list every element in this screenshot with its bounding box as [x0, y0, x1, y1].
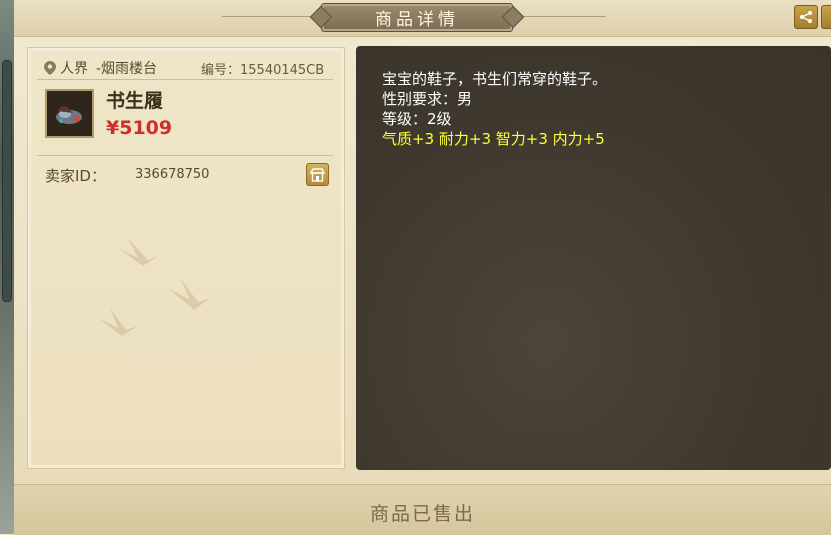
sold-status-text: 商品已售出 [369, 503, 475, 525]
divider [37, 79, 333, 80]
item-number-label: 编号： [201, 63, 241, 78]
level-requirement: 等级：2级 [382, 110, 452, 128]
divider [37, 155, 333, 156]
realm-label: 人界 [60, 61, 88, 77]
attribute-bonuses: 气质+3 耐力+3 智力+3 内力+5 [382, 130, 605, 148]
description-text: 宝宝的鞋子，书生们常穿的鞋子。 [382, 70, 608, 88]
seller-id-value: 336678750 [135, 167, 210, 182]
visit-shop-button[interactable] [306, 163, 329, 186]
seller-id-label: 卖家ID： [45, 167, 106, 185]
shop-icon [310, 167, 325, 182]
background-scene-edge [0, 0, 14, 534]
share-button[interactable] [794, 5, 818, 29]
header-divider-left [222, 16, 312, 17]
status-bar: 商品已售出 [14, 484, 831, 535]
item-number: 编号：15540145CB [201, 59, 324, 78]
server-name: -烟雨楼台 [96, 61, 158, 77]
header-divider-right [521, 16, 606, 17]
close-button[interactable] [821, 5, 831, 29]
shoe-item-icon [47, 91, 92, 136]
page-title: 商品详情 [321, 3, 513, 32]
item-number-value: 15540145CB [240, 63, 325, 78]
item-name: 书生履 [106, 90, 164, 112]
item-icon-frame[interactable] [45, 89, 94, 138]
location-pin-icon [44, 61, 56, 75]
item-price: ¥5109 [106, 117, 173, 139]
swallow-decoration-icon [98, 238, 210, 336]
gender-requirement: 性别要求：男 [382, 90, 473, 108]
server-location: 人界 -烟雨楼台 [44, 58, 157, 78]
share-icon [800, 11, 812, 23]
